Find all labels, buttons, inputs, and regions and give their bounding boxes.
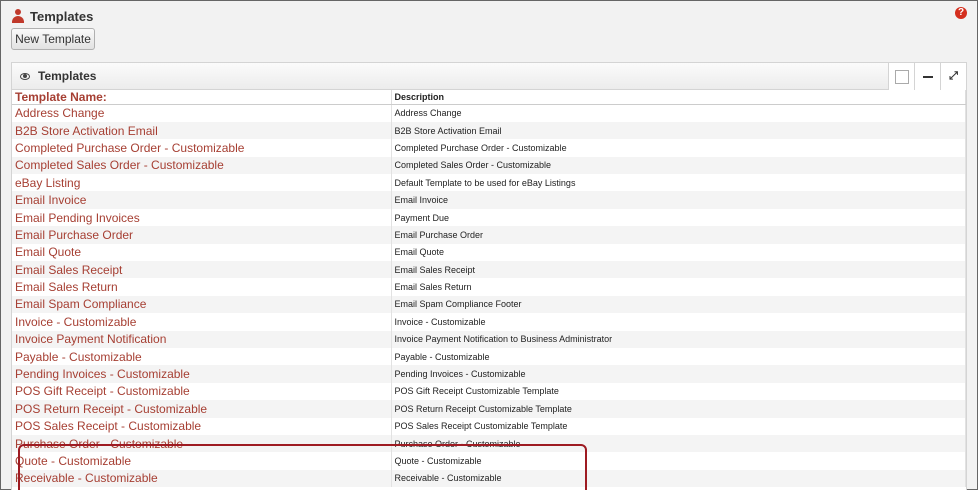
- template-description: POS Return Receipt Customizable Template: [391, 400, 966, 418]
- template-description: Email Spam Compliance Footer: [391, 295, 966, 314]
- template-name-link[interactable]: Email Purchase Order: [12, 226, 392, 244]
- column-header-description[interactable]: Description: [391, 90, 966, 105]
- template-description: Email Purchase Order: [391, 226, 966, 244]
- pos-templates-highlight: [18, 444, 587, 490]
- table-row[interactable]: Completed Sales Order - Customizable Comp…: [12, 156, 966, 175]
- template-description: Email Invoice: [391, 191, 966, 209]
- table-row[interactable]: eBay Listing Default Template to be used …: [12, 174, 966, 192]
- panel-header: Templates ⤢: [12, 63, 966, 90]
- template-description: Pending Invoices - Customizable: [391, 365, 966, 383]
- table-row[interactable]: POS Gift Receipt - Customizable POS Gift …: [12, 382, 966, 401]
- table-body: Address Change Address Change B2B Store Ac…: [12, 104, 966, 488]
- table-row[interactable]: Email Quote Email Quote: [12, 243, 966, 262]
- new-template-button[interactable]: New Template: [11, 28, 95, 50]
- page-title: Templates: [30, 8, 94, 24]
- template-name-link[interactable]: Invoice Payment Notification: [12, 330, 392, 348]
- panel-tools: ⤢: [888, 63, 966, 90]
- app-window: Templates ? New Template Templates ⤢ Tem…: [0, 0, 978, 490]
- template-name-link[interactable]: POS Sales Receipt - Customizable: [12, 417, 392, 435]
- template-description: Default Template to be used for eBay Lis…: [391, 174, 966, 192]
- template-name-link[interactable]: Email Invoice: [12, 191, 392, 209]
- expand-icon[interactable]: ⤢: [940, 63, 966, 90]
- template-description: Completed Sales Order - Customizable: [391, 156, 966, 175]
- template-description: B2B Store Activation Email: [391, 121, 966, 140]
- template-description: Email Sales Receipt: [391, 261, 966, 279]
- table-row[interactable]: Email Spam Compliance Email Spam Complian…: [12, 295, 966, 314]
- template-description: Address Change: [391, 104, 966, 122]
- table-row[interactable]: Invoice - Customizable Invoice - Customiz…: [12, 313, 966, 331]
- table-row[interactable]: Pending Invoices - Customizable Pending I…: [12, 365, 966, 383]
- table-row[interactable]: POS Sales Receipt - Customizable POS Sale…: [12, 417, 966, 435]
- templates-table: Template Name: Description Address Chang…: [12, 90, 966, 488]
- template-name-link[interactable]: Completed Sales Order - Customizable: [12, 156, 392, 175]
- template-name-link[interactable]: Email Sales Return: [12, 278, 392, 296]
- template-description: Invoice Payment Notification to Business…: [391, 330, 966, 348]
- eye-icon: [20, 72, 30, 80]
- template-name-link[interactable]: Email Sales Receipt: [12, 261, 392, 279]
- template-name-link[interactable]: POS Gift Receipt - Customizable: [12, 382, 392, 401]
- template-name-link[interactable]: Address Change: [12, 104, 392, 122]
- table-row[interactable]: Email Sales Receipt Email Sales Receipt: [12, 261, 966, 279]
- table-header-row: Template Name: Description: [12, 90, 966, 105]
- table-row[interactable]: Email Purchase Order Email Purchase Order: [12, 226, 966, 244]
- template-description: Completed Purchase Order - Customizable: [391, 139, 966, 157]
- template-name-link[interactable]: Email Quote: [12, 243, 392, 262]
- template-description: Payment Due: [391, 208, 966, 227]
- template-name-link[interactable]: POS Return Receipt - Customizable: [12, 400, 392, 418]
- table-row[interactable]: Email Pending Invoices Payment Due: [12, 208, 966, 227]
- template-description: Payable - Customizable: [391, 347, 966, 366]
- table-row[interactable]: POS Return Receipt - Customizable POS Ret…: [12, 400, 966, 418]
- template-description: Email Sales Return: [391, 278, 966, 296]
- template-name-link[interactable]: Invoice - Customizable: [12, 313, 392, 331]
- user-icon: [11, 9, 25, 23]
- table-row[interactable]: Invoice Payment Notification Invoice Paym…: [12, 330, 966, 348]
- table-row[interactable]: Email Invoice Email Invoice: [12, 191, 966, 209]
- template-name-link[interactable]: Pending Invoices - Customizable: [12, 365, 392, 383]
- template-description: Email Quote: [391, 243, 966, 262]
- template-description: POS Sales Receipt Customizable Template: [391, 417, 966, 435]
- panel-title: Templates: [38, 69, 97, 83]
- template-name-link[interactable]: B2B Store Activation Email: [12, 121, 392, 140]
- table-row[interactable]: Payable - Customizable Payable - Customiz…: [12, 347, 966, 366]
- table-row[interactable]: Email Sales Return Email Sales Return: [12, 278, 966, 296]
- table-row[interactable]: Completed Purchase Order - Customizable C…: [12, 139, 966, 157]
- minimize-icon[interactable]: [914, 63, 940, 90]
- template-name-link[interactable]: Completed Purchase Order - Customizable: [12, 139, 392, 157]
- page-header: Templates: [11, 6, 93, 26]
- table-row[interactable]: Address Change Address Change: [12, 104, 966, 122]
- template-name-link[interactable]: Email Spam Compliance: [12, 295, 392, 314]
- column-header-template-name[interactable]: Template Name:: [12, 90, 392, 105]
- help-icon[interactable]: ?: [955, 7, 967, 19]
- template-name-link[interactable]: eBay Listing: [12, 174, 392, 192]
- template-name-link[interactable]: Email Pending Invoices: [12, 208, 392, 227]
- templates-panel: Templates ⤢ Template Name: Description A…: [11, 62, 967, 490]
- template-description: Invoice - Customizable: [391, 313, 966, 331]
- table-row[interactable]: B2B Store Activation Email B2B Store Acti…: [12, 121, 966, 140]
- template-name-link[interactable]: Payable - Customizable: [12, 347, 392, 366]
- checkbox-icon[interactable]: [888, 63, 914, 90]
- template-description: POS Gift Receipt Customizable Template: [391, 382, 966, 401]
